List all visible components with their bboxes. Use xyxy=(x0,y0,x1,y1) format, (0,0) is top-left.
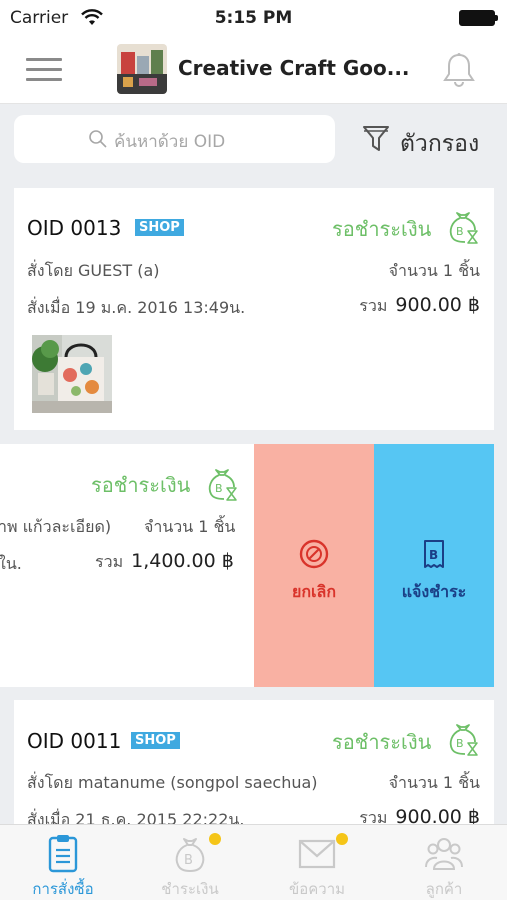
total-value: 900.00 ฿ xyxy=(395,294,480,316)
svg-text:B: B xyxy=(429,548,438,562)
money-bag-icon: B xyxy=(175,838,205,873)
tab-payment[interactable]: B ชำระเงิน xyxy=(127,825,253,900)
shop-badge: SHOP xyxy=(131,732,180,749)
tab-label: การสั่งซื้อ xyxy=(32,880,94,898)
battery-icon xyxy=(459,10,498,26)
ordered-by: าพ แก้วละเอียด) xyxy=(0,517,112,536)
search-icon xyxy=(89,130,107,148)
money-bag-hourglass-icon: B xyxy=(208,469,237,501)
ordered-by: สั่งโดย GUEST (a) xyxy=(27,261,160,280)
filter-label: ตัวกรอง xyxy=(400,131,480,157)
item-quantity: จำนวน 1 ชิ้น xyxy=(144,517,236,536)
order-status: รอชำระเงิน xyxy=(332,217,432,241)
cancel-icon xyxy=(299,539,329,569)
order-status: รอชำระเงิน xyxy=(332,730,432,754)
envelope-icon xyxy=(298,839,336,869)
svg-text:B: B xyxy=(215,482,223,495)
receipt-icon: B xyxy=(424,540,444,568)
order-id: OID 0013 xyxy=(27,216,122,240)
bottom-tab-bar: การสั่งซื้อ B ชำระเงิน ข้อความ ลูกค้า xyxy=(0,824,507,900)
notify-payment-label: แจ้งชำระ xyxy=(401,582,467,601)
item-quantity: จำนวน 1 ชิ้น xyxy=(388,773,480,792)
shop-name: Creative Craft Goo... xyxy=(178,56,410,80)
order-card[interactable]: OID 0011 SHOP รอชำระเงิน B สั่งโดย matan… xyxy=(14,700,494,830)
money-bag-hourglass-icon: B xyxy=(449,212,478,244)
order-id: OID 0011 xyxy=(27,729,122,753)
notify-payment-button[interactable]: B แจ้งชำระ xyxy=(374,444,494,687)
tab-customers[interactable]: ลูกค้า xyxy=(381,825,507,900)
money-bag-hourglass-icon: B xyxy=(449,724,478,756)
ordered-by: สั่งโดย matanume (songpol saechua) xyxy=(27,773,318,792)
search-filter-bar: ค้นหาด้วย OID ตัวกรอง xyxy=(0,104,507,176)
order-card[interactable]: OID 0013 SHOP รอชำระเงิน B สั่งโดย GUEST… xyxy=(14,188,494,430)
customers-icon xyxy=(425,838,463,870)
shop-logo[interactable] xyxy=(117,44,167,94)
tab-messages[interactable]: ข้อความ xyxy=(254,825,380,900)
cancel-order-button[interactable]: ยกเลิก xyxy=(254,444,374,687)
order-card-swiped[interactable]: รอชำระเงิน B าพ แก้วละเอียด) จำนวน 1 ชิ้… xyxy=(0,444,254,687)
tab-label: ลูกค้า xyxy=(425,880,463,898)
svg-text:B: B xyxy=(456,225,464,238)
order-status: รอชำระเงิน xyxy=(91,473,191,497)
tab-label: ชำระเงิน xyxy=(161,880,219,898)
clipboard-icon xyxy=(48,835,78,873)
hamburger-menu-icon[interactable] xyxy=(26,58,62,82)
cancel-label: ยกเลิก xyxy=(291,582,337,601)
svg-text:B: B xyxy=(184,853,193,868)
shop-badge: SHOP xyxy=(135,219,184,236)
search-placeholder: ค้นหาด้วย OID xyxy=(114,132,226,152)
clock: 5:15 PM xyxy=(214,8,293,28)
status-bar: Carrier 5:15 PM xyxy=(0,0,507,36)
notification-dot xyxy=(336,833,348,845)
svg-text:B: B xyxy=(456,737,464,750)
product-thumbnail[interactable] xyxy=(32,335,112,413)
item-quantity: จำนวน 1 ชิ้น xyxy=(388,261,480,280)
nav-bar: Creative Craft Goo... xyxy=(0,36,507,104)
total-label: รวม xyxy=(359,296,388,315)
order-date: ใน. xyxy=(0,554,22,573)
filter-icon xyxy=(363,126,389,151)
filter-button[interactable]: ตัวกรอง xyxy=(360,122,490,162)
order-total: รวม 1,400.00 ฿ xyxy=(95,550,234,575)
total-value: 1,400.00 ฿ xyxy=(131,550,234,572)
bell-icon[interactable] xyxy=(442,52,476,88)
tab-label: ข้อความ xyxy=(288,880,346,898)
total-label: รวม xyxy=(95,552,124,571)
tab-orders[interactable]: การสั่งซื้อ xyxy=(0,825,126,900)
order-date: สั่งเมื่อ 19 ม.ค. 2016 13:49น. xyxy=(27,298,246,317)
notification-dot xyxy=(209,833,221,845)
order-total: รวม 900.00 ฿ xyxy=(359,294,480,319)
search-input[interactable]: ค้นหาด้วย OID xyxy=(14,115,335,163)
